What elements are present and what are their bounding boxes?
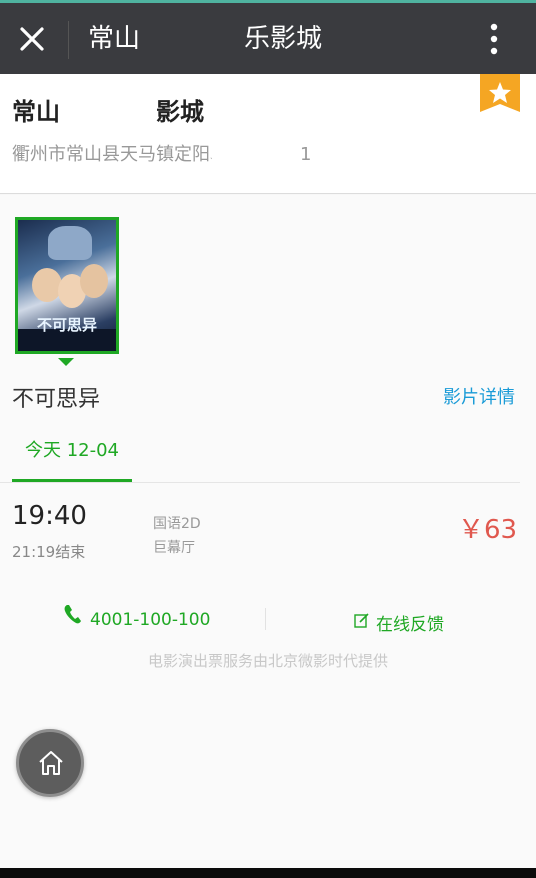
selected-poster-indicator	[58, 358, 74, 366]
system-bottom-bar	[0, 868, 536, 878]
home-button[interactable]	[16, 729, 84, 797]
movie-title: 不可思异	[12, 387, 101, 412]
online-feedback-link[interactable]: 在线反馈	[376, 610, 444, 635]
tab-bar-divider	[0, 482, 520, 483]
home-icon	[39, 751, 63, 775]
session-hall: 巨幕厅	[153, 540, 195, 556]
favorite-star-icon[interactable]	[480, 74, 520, 112]
tab-date-today[interactable]: 今天 12-04	[12, 430, 132, 482]
more-options-icon[interactable]	[476, 19, 512, 59]
session-start-time: 19:40	[12, 501, 87, 531]
service-provider-note: 电影演出票服务由北京微影时代提供	[147, 652, 388, 670]
session-row[interactable]: 19:40 21:19结束 国语2D 巨幕厅 ￥63	[0, 495, 536, 575]
cinema-info: 常山 影城 衢州市常山县天马镇定阳北路 1	[0, 74, 536, 194]
phone-icon[interactable]	[64, 604, 82, 624]
redaction-blot	[210, 136, 292, 166]
service-phone-link[interactable]: 4001-100-100	[90, 610, 210, 630]
contact-bar: 4001-100-100 在线反馈	[0, 600, 536, 640]
topbar-divider	[68, 21, 69, 59]
close-icon[interactable]	[14, 21, 50, 57]
movie-poster[interactable]: 不可思异	[15, 217, 119, 354]
poster-title-text: 不可思异	[36, 316, 97, 334]
date-tab-label: 今天 12-04	[24, 440, 120, 461]
session-end-time: 21:19结束	[12, 543, 86, 561]
edit-feedback-icon[interactable]	[354, 612, 370, 628]
page-title: 常山 乐影城	[88, 24, 323, 54]
redaction-blot	[62, 92, 148, 126]
app-topbar: 常山 乐影城	[0, 0, 536, 74]
session-language: 国语2D	[153, 516, 201, 532]
poster-face-shape	[32, 268, 62, 302]
contact-divider	[265, 608, 266, 630]
session-price: ￥63	[458, 515, 518, 545]
movie-detail-link[interactable]: 影片详情	[443, 383, 515, 409]
poster-robot-shape	[48, 226, 92, 260]
poster-face-shape	[80, 264, 108, 298]
